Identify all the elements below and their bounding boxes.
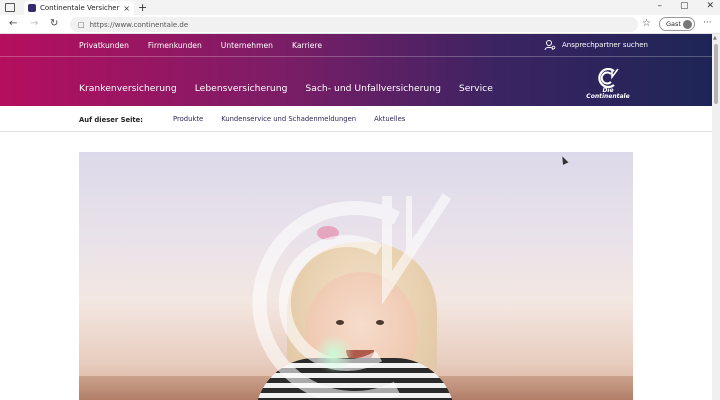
address-bar[interactable]: □ https://www.continentale.de bbox=[70, 17, 638, 32]
header-divider bbox=[0, 56, 712, 57]
tab-title: Continentale Versicherungsverbund bbox=[40, 4, 121, 12]
lock-icon: □ bbox=[78, 20, 85, 29]
anchor-links: Produkte Kundenservice und Schadenmeldun… bbox=[173, 115, 405, 123]
anchor-link-kundenservice[interactable]: Kundenservice und Schadenmeldungen bbox=[221, 115, 356, 123]
guest-label: Gast bbox=[666, 20, 681, 28]
close-window-button[interactable]: ✕ bbox=[706, 1, 714, 11]
browser-tabbar: Continentale Versicherungsverbund × + – … bbox=[0, 0, 720, 15]
hero-image bbox=[79, 152, 633, 400]
mainnav-sachversicherung[interactable]: Sach- und Unfallversicherung bbox=[305, 83, 440, 94]
page-scrollbar[interactable]: ▲ bbox=[712, 34, 720, 400]
tab-close-icon[interactable]: × bbox=[123, 4, 130, 13]
new-tab-button[interactable]: + bbox=[138, 1, 147, 14]
anchor-nav-label: Auf dieser Seite: bbox=[79, 116, 144, 124]
contact-label: Ansprechpartner suchen bbox=[562, 41, 648, 49]
browser-toolbar: ← → ↻ □ https://www.continentale.de ☆ Ga… bbox=[0, 15, 720, 34]
back-button[interactable]: ← bbox=[9, 18, 17, 29]
topnav-privatkunden[interactable]: Privatkunden bbox=[79, 41, 129, 50]
profile-button[interactable]: Gast bbox=[659, 17, 695, 31]
topnav-karriere[interactable]: Karriere bbox=[292, 41, 322, 50]
more-menu-icon[interactable]: ··· bbox=[703, 18, 712, 28]
favicon-icon bbox=[28, 4, 36, 12]
minimize-button[interactable]: – bbox=[657, 1, 662, 11]
website: Privatkunden Firmenkunden Unternehmen Ka… bbox=[0, 34, 712, 400]
topnav-unternehmen[interactable]: Unternehmen bbox=[221, 41, 273, 50]
top-navigation: Privatkunden Firmenkunden Unternehmen Ka… bbox=[79, 41, 322, 50]
maximize-button[interactable]: ▢ bbox=[680, 1, 689, 11]
mainnav-lebensversicherung[interactable]: Lebensversicherung bbox=[195, 83, 288, 94]
reload-button[interactable]: ↻ bbox=[50, 18, 58, 29]
mainnav-krankenversicherung[interactable]: Krankenversicherung bbox=[79, 83, 177, 94]
avatar-icon bbox=[683, 20, 692, 29]
scroll-up-icon[interactable]: ▲ bbox=[713, 35, 717, 41]
forward-button[interactable]: → bbox=[30, 18, 38, 29]
logo-text-continentale: Continentale bbox=[586, 93, 630, 100]
url-text: https://www.continentale.de bbox=[89, 20, 189, 29]
hero-light-glow bbox=[314, 334, 354, 374]
page-anchor-nav: Auf dieser Seite: Produkte Kundenservice… bbox=[0, 106, 712, 132]
scrollbar-thumb[interactable] bbox=[714, 44, 718, 104]
browser-tab[interactable]: Continentale Versicherungsverbund × bbox=[24, 1, 134, 15]
person-search-icon bbox=[544, 40, 556, 51]
window-controls: – ▢ ✕ bbox=[657, 1, 714, 11]
continentale-c-icon bbox=[598, 68, 619, 88]
site-header: Privatkunden Firmenkunden Unternehmen Ka… bbox=[0, 34, 712, 106]
anchor-link-produkte[interactable]: Produkte bbox=[173, 115, 203, 123]
favorite-star-icon[interactable]: ☆ bbox=[642, 18, 651, 29]
main-navigation: Krankenversicherung Lebensversicherung S… bbox=[79, 83, 493, 94]
topnav-firmenkunden[interactable]: Firmenkunden bbox=[148, 41, 202, 50]
mainnav-service[interactable]: Service bbox=[459, 83, 493, 94]
anchor-link-aktuelles[interactable]: Aktuelles bbox=[374, 115, 405, 123]
continentale-logo[interactable]: Die Continentale bbox=[584, 68, 632, 100]
tab-actions-icon[interactable] bbox=[5, 3, 15, 12]
contact-search-link[interactable]: Ansprechpartner suchen bbox=[544, 39, 648, 51]
